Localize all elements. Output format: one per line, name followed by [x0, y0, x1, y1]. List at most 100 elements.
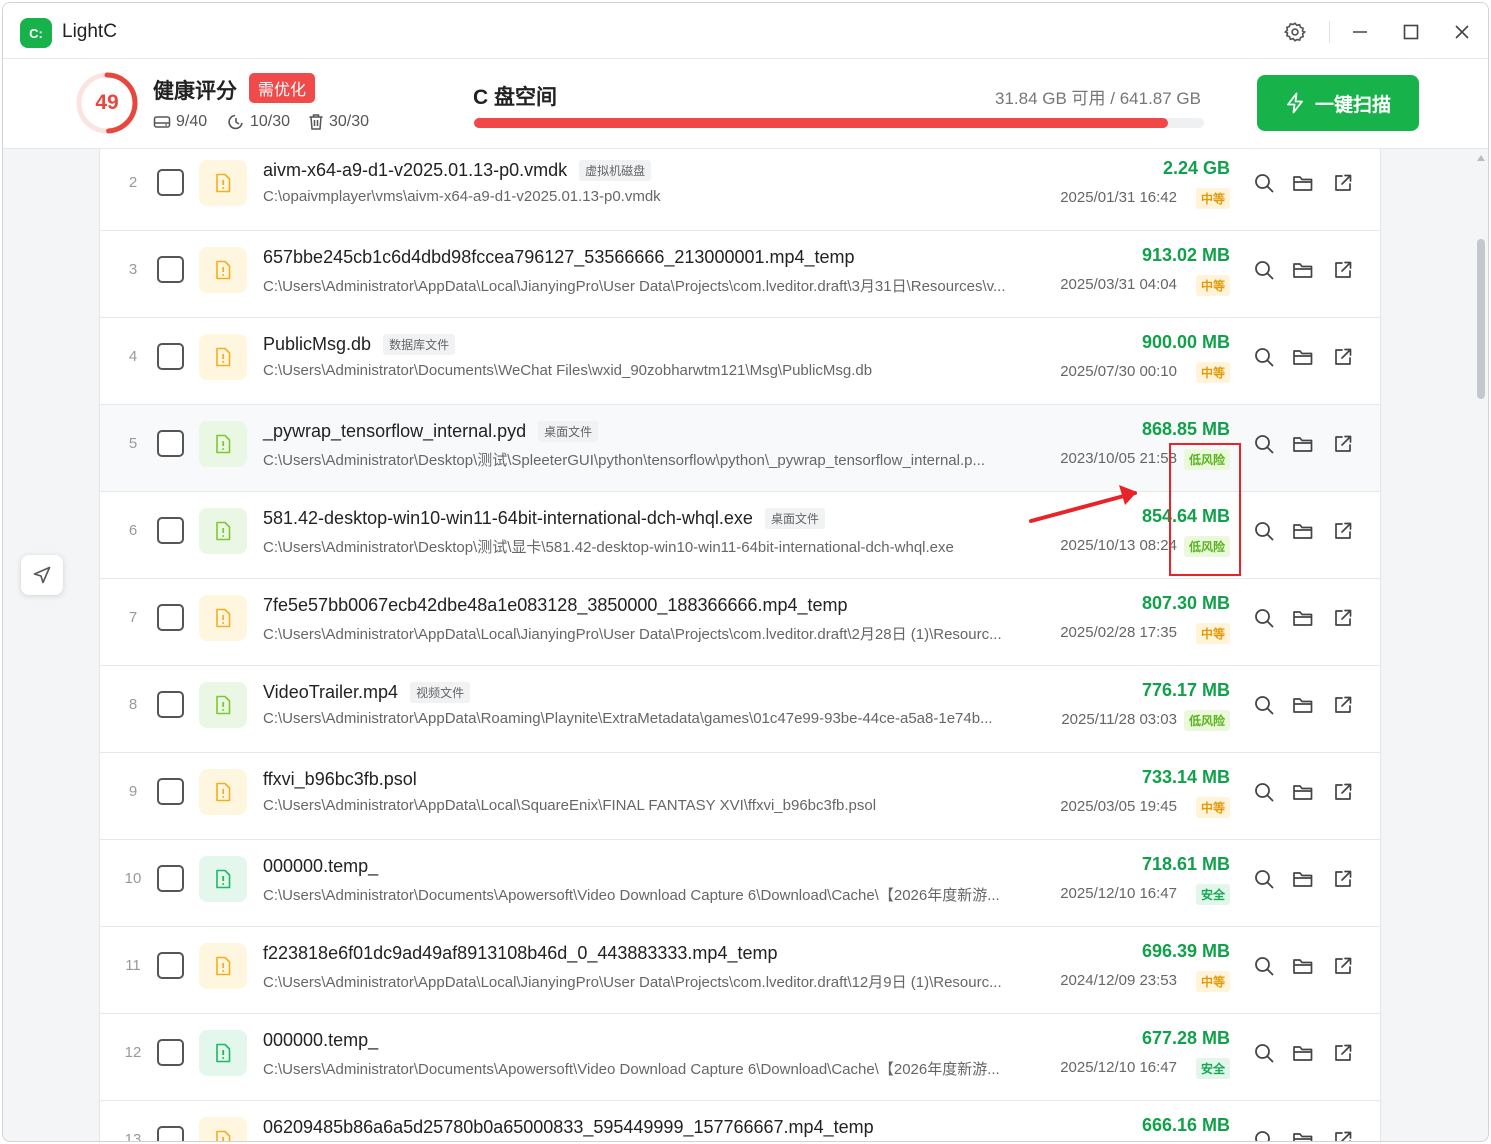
- file-name-text: VideoTrailer.mp4: [263, 682, 399, 702]
- folder-icon[interactable]: [1291, 954, 1315, 978]
- open-external-icon[interactable]: [1331, 780, 1355, 804]
- folder-icon[interactable]: [1291, 867, 1315, 891]
- file-path: C:\Users\Administrator\Documents\Apowers…: [263, 887, 1000, 904]
- lightning-icon: [1287, 92, 1303, 114]
- search-icon[interactable]: [1252, 867, 1276, 891]
- search-icon[interactable]: [1252, 606, 1276, 630]
- table-row[interactable]: 4 PublicMsg.db 数据库文件 C:\Users\Administrator…: [100, 318, 1380, 405]
- table-row[interactable]: 9 ffxvi_b96bc3fb.psol C:\Users\Administrat…: [100, 753, 1380, 840]
- search-icon[interactable]: [1252, 693, 1276, 717]
- row-checkbox[interactable]: [157, 1039, 184, 1066]
- disk-usage-bar: [474, 118, 1204, 128]
- file-size: 696.39 MB: [1141, 941, 1230, 961]
- search-icon[interactable]: [1252, 1041, 1276, 1065]
- folder-icon[interactable]: [1291, 345, 1315, 369]
- file-name-text: 000000.temp_: [263, 856, 379, 876]
- open-external-icon[interactable]: [1331, 519, 1355, 543]
- file-type-tag: 桌面文件: [538, 421, 599, 442]
- search-icon[interactable]: [1252, 171, 1276, 195]
- table-row[interactable]: 12 000000.temp_ C:\Users\Administrator\Doc…: [100, 1014, 1380, 1101]
- row-checkbox[interactable]: [157, 778, 184, 805]
- search-icon[interactable]: [1252, 519, 1276, 543]
- folder-icon[interactable]: [1291, 1128, 1315, 1141]
- folder-icon[interactable]: [1291, 606, 1315, 630]
- row-checkbox[interactable]: [157, 604, 184, 631]
- file-warning-icon: [199, 1030, 247, 1076]
- app-window: C: LightC 49 健康评分 需优化 9/40 10/30 30/30 C…: [2, 2, 1489, 1142]
- file-name-text: 581.42-desktop-win10-win11-64bit-interna…: [263, 508, 753, 528]
- file-path: C:\Users\Administrator\Documents\WeChat …: [263, 362, 873, 379]
- table-row[interactable]: 13 06209485b86a6a5d25780b0a65000833_59544…: [100, 1101, 1380, 1141]
- file-size: 666.16 MB: [1141, 1115, 1230, 1135]
- floating-navigate-button[interactable]: [21, 555, 63, 595]
- folder-icon[interactable]: [1291, 780, 1315, 804]
- risk-badge: 中等: [1195, 797, 1230, 818]
- risk-badge: 安全: [1195, 1058, 1230, 1079]
- file-warning-icon: [199, 769, 247, 815]
- row-index: 9: [128, 783, 138, 800]
- title-bar: C: LightC: [3, 3, 1488, 59]
- search-icon[interactable]: [1252, 432, 1276, 456]
- folder-icon[interactable]: [1291, 432, 1315, 456]
- folder-icon[interactable]: [1291, 171, 1315, 195]
- file-date: 2025/03/31 04:04: [1060, 276, 1177, 293]
- open-external-icon[interactable]: [1331, 1128, 1355, 1141]
- row-checkbox[interactable]: [157, 169, 184, 196]
- folder-icon[interactable]: [1291, 258, 1315, 282]
- health-score-title: 健康评分: [153, 80, 237, 103]
- app-logo-icon: C:: [20, 18, 52, 48]
- open-external-icon[interactable]: [1331, 171, 1355, 195]
- settings-icon[interactable]: [1282, 19, 1308, 45]
- disk-space-title: C 盘空间: [473, 86, 557, 109]
- row-checkbox[interactable]: [157, 691, 184, 718]
- search-icon[interactable]: [1252, 1128, 1276, 1141]
- disk-space-info: 31.84 GB 可用 / 641.87 GB: [994, 89, 1201, 108]
- open-external-icon[interactable]: [1331, 693, 1355, 717]
- search-icon[interactable]: [1252, 780, 1276, 804]
- open-external-icon[interactable]: [1331, 258, 1355, 282]
- row-checkbox[interactable]: [157, 1126, 184, 1141]
- file-path: C:\Users\Administrator\Desktop\测试\显卡\581…: [263, 539, 954, 556]
- risk-badge: 中等: [1195, 623, 1230, 644]
- open-external-icon[interactable]: [1331, 867, 1355, 891]
- table-row[interactable]: 2 aivm-x64-a9-d1-v2025.01.13-p0.vmdk 虚拟机磁盘…: [100, 149, 1380, 231]
- scrollbar-thumb[interactable]: [1477, 239, 1485, 399]
- open-external-icon[interactable]: [1331, 954, 1355, 978]
- row-checkbox[interactable]: [157, 952, 184, 979]
- row-checkbox[interactable]: [157, 865, 184, 892]
- open-external-icon[interactable]: [1331, 1041, 1355, 1065]
- table-row[interactable]: 7 7fe5e57bb0067ecb42dbe48a1e083128_385000…: [100, 579, 1380, 666]
- file-size: 868.85 MB: [1141, 419, 1230, 439]
- summary-header: 49 健康评分 需优化 9/40 10/30 30/30 C 盘空间 31.84…: [3, 59, 1488, 149]
- table-row[interactable]: 8 VideoTrailer.mp4 视频文件 C:\Users\Administra…: [100, 666, 1380, 753]
- open-external-icon[interactable]: [1331, 432, 1355, 456]
- one-click-scan-button[interactable]: 一键扫描: [1257, 75, 1419, 131]
- health-score-value: 49: [95, 91, 119, 114]
- table-row[interactable]: 3 657bbe245cb1c6d4dbd98fccea796127_535666…: [100, 231, 1380, 318]
- folder-icon[interactable]: [1291, 1041, 1315, 1065]
- search-icon[interactable]: [1252, 345, 1276, 369]
- folder-icon[interactable]: [1291, 519, 1315, 543]
- file-date: 2025/12/10 16:47: [1060, 885, 1177, 902]
- scroll-up-arrow-icon[interactable]: [1476, 153, 1486, 163]
- search-icon[interactable]: [1252, 258, 1276, 282]
- table-row[interactable]: 10 000000.temp_ C:\Users\Administrator\Doc…: [100, 840, 1380, 927]
- open-external-icon[interactable]: [1331, 345, 1355, 369]
- metric-time: 10/30: [227, 113, 290, 131]
- row-checkbox[interactable]: [157, 343, 184, 370]
- folder-icon[interactable]: [1291, 693, 1315, 717]
- table-row[interactable]: 11 f223818e6f01dc9ad49af8913108b46d_0_443…: [100, 927, 1380, 1014]
- file-date: 2025/12/10 16:47: [1060, 1059, 1177, 1076]
- row-checkbox[interactable]: [157, 430, 184, 457]
- file-name: ffxvi_b96bc3fb.psol: [263, 769, 417, 790]
- row-index: 12: [124, 1044, 142, 1061]
- row-checkbox[interactable]: [157, 256, 184, 283]
- minimize-icon[interactable]: [1347, 19, 1373, 45]
- maximize-icon[interactable]: [1398, 19, 1424, 45]
- open-external-icon[interactable]: [1331, 606, 1355, 630]
- search-icon[interactable]: [1252, 954, 1276, 978]
- row-index: 3: [128, 261, 138, 278]
- close-icon[interactable]: [1449, 19, 1475, 45]
- row-index: 4: [128, 348, 138, 365]
- row-checkbox[interactable]: [157, 517, 184, 544]
